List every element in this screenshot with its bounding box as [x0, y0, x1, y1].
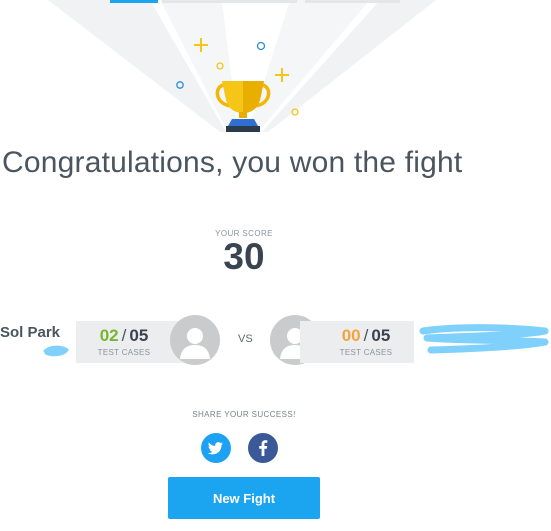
trophy-banner — [48, 0, 436, 132]
twitter-icon — [207, 442, 223, 455]
versus-label: VS — [238, 333, 253, 345]
fight-result-screen: Congratulations, you won the fight YOUR … — [0, 0, 551, 531]
player-cases-label: TEST CASES — [97, 348, 151, 357]
redaction-scribble — [43, 345, 69, 357]
score-value: 30 — [223, 236, 265, 277]
tab-indicator-active — [110, 0, 158, 3]
tab-indicator — [305, 0, 400, 3]
user-silhouette-icon — [180, 328, 210, 359]
opponent-cases-label: TEST CASES — [339, 348, 393, 357]
result-title: Congratulations, you won the fight — [2, 146, 463, 179]
share-label: SHARE YOUR SUCCESS! — [192, 410, 296, 419]
new-fight-button[interactable]: New Fight — [168, 477, 320, 519]
opponent-total-count: 05 — [371, 326, 391, 345]
bubble-icon — [256, 41, 266, 51]
score-separator: / — [121, 326, 127, 345]
player-avatar — [170, 315, 220, 365]
tab-indicator — [162, 0, 297, 3]
player-passed-count: 02 — [99, 326, 119, 345]
opponent-case-score: 00/05 — [318, 326, 414, 346]
facebook-share-button[interactable] — [248, 433, 278, 463]
twitter-share-button[interactable] — [201, 433, 231, 463]
opponent-test-cases: 00/05 TEST CASES — [300, 321, 414, 363]
score-separator: / — [363, 326, 369, 345]
player-total-count: 05 — [129, 326, 149, 345]
player-name: Sol Park — [0, 324, 61, 341]
opponent-passed-count: 00 — [341, 326, 361, 345]
player-case-score: 02/05 — [76, 326, 172, 346]
facebook-icon — [259, 440, 268, 456]
redaction-scribble — [419, 324, 549, 354]
